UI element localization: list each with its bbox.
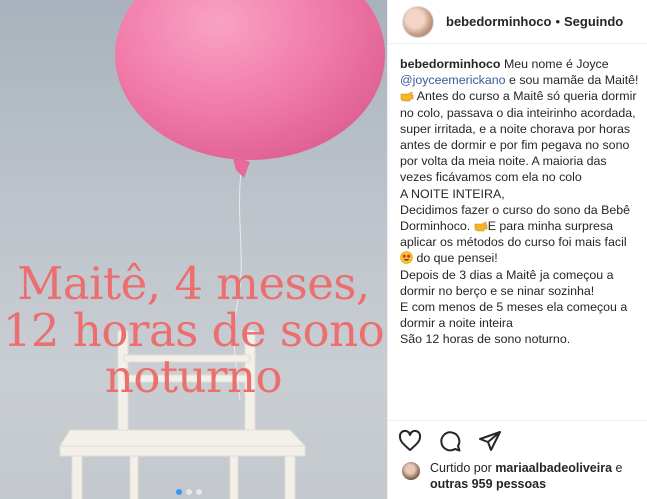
likes-middle: e <box>612 461 623 475</box>
star-struck-emoji-icon <box>400 251 413 265</box>
overlay-text-line-2: 12 horas de sono <box>2 304 385 357</box>
liker-username[interactable]: mariaalbadeoliveira <box>495 461 612 475</box>
overlay-text-line-1: Maitê, 4 meses, <box>17 257 370 310</box>
liker-avatar[interactable] <box>402 462 420 480</box>
caption-line: A NOITE INTEIRA, <box>400 186 505 201</box>
header-separator: • <box>555 14 561 29</box>
caption-text: do que pensei! <box>413 251 498 266</box>
follow-status-button[interactable]: Seguindo <box>564 14 623 29</box>
likes-others-link[interactable]: outras 959 pessoas <box>430 477 546 491</box>
caption-line: Depois de 3 dias a Maitê ja começou a do… <box>400 267 614 298</box>
carousel-dot[interactable] <box>196 489 202 495</box>
caption-text: e sou mamãe da Maitê! <box>505 73 639 88</box>
post-header: bebedorminhoco • Seguindo <box>388 0 647 44</box>
heart-icon[interactable] <box>398 429 422 453</box>
avatar[interactable] <box>402 5 434 38</box>
caption-line: São 12 horas de sono noturno. <box>400 332 571 347</box>
post-image[interactable]: Maitê, 4 meses, 12 horas de sono noturno <box>0 0 387 499</box>
carousel-indicator <box>176 489 202 495</box>
post-caption: bebedorminhoco Meu nome é Joyce @joyceem… <box>400 56 640 348</box>
header-username[interactable]: bebedorminhoco <box>446 14 551 29</box>
comment-icon[interactable] <box>438 429 462 453</box>
carousel-dot[interactable] <box>186 489 192 495</box>
carousel-dot[interactable] <box>176 489 182 495</box>
balloon-chair-illustration <box>59 0 385 499</box>
post-sidebar: bebedorminhoco • Seguindo bebedorminhoco… <box>387 0 647 499</box>
overlay-text-line-3: noturno <box>104 350 283 403</box>
pointing-hand-icon <box>400 91 414 102</box>
caption-text: Antes do curso a Maitê só queria dormir … <box>400 89 637 185</box>
likes-summary: Curtido por mariaalbadeoliveira e outras… <box>402 460 642 492</box>
post-actions <box>388 420 647 460</box>
caption-mention[interactable]: @joyceemerickano <box>400 73 506 87</box>
likes-prefix: Curtido por <box>430 461 496 475</box>
caption-line: E com menos de 5 meses ela começou a dor… <box>400 300 628 331</box>
caption-username[interactable]: bebedorminhoco <box>400 57 501 71</box>
share-icon[interactable] <box>478 429 502 453</box>
pointing-hand-icon <box>474 221 487 232</box>
caption-text: Meu nome é Joyce <box>500 57 609 71</box>
